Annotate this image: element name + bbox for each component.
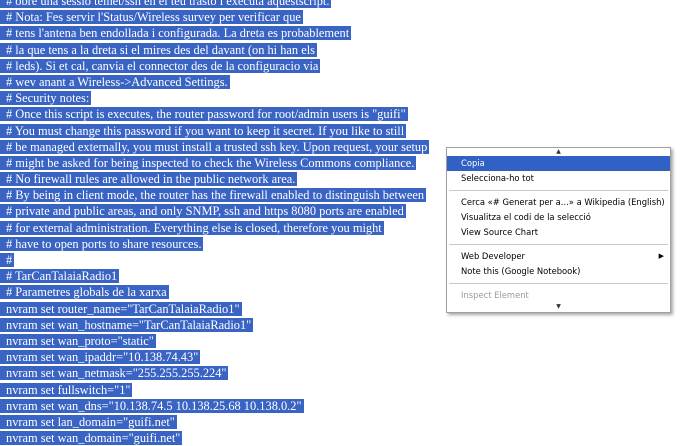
- code-line: nvram set fullswitch="1": [0, 382, 440, 398]
- selected-text[interactable]: nvram set wan_proto="static": [0, 333, 156, 348]
- menu-item[interactable]: Web Developer ▶: [447, 249, 670, 264]
- menu-item[interactable]: Copia: [447, 156, 670, 171]
- code-line: nvram set wan_hostname="TarCanTalaiaRadi…: [0, 317, 440, 333]
- selected-text[interactable]: # private and public areas, and only SNM…: [0, 204, 406, 219]
- selected-text[interactable]: nvram set wan_domain="guifi.net": [0, 431, 183, 446]
- menu-item: Inspect Element: [447, 288, 670, 303]
- code-line: # TarCanTalaiaRadio1: [0, 268, 440, 284]
- selected-text[interactable]: # By being in client mode, the router ha…: [0, 188, 427, 203]
- selected-text[interactable]: nvram set lan_domain="guifi.net": [0, 414, 177, 429]
- selected-text[interactable]: # Security notes:: [0, 91, 92, 106]
- code-line: nvram set wan_ipaddr="10.138.74.43": [0, 349, 440, 365]
- code-line: # have to open ports to share resources.: [0, 236, 440, 252]
- selected-text[interactable]: # wev anant a Wireless->Advanced Setting…: [0, 74, 230, 89]
- selected-text[interactable]: nvram set wan_netmask="255.255.255.224": [0, 366, 229, 381]
- code-line: nvram set lan_domain="guifi.net": [0, 414, 440, 430]
- code-line: # By being in client mode, the router ha…: [0, 187, 440, 203]
- selected-text[interactable]: # Once this script is executes, the rout…: [0, 107, 408, 122]
- menu-separator: [449, 190, 668, 191]
- selected-text[interactable]: # Parametres globals de la xarxa: [0, 285, 169, 300]
- code-line: # private and public areas, and only SNM…: [0, 203, 440, 219]
- menu-item[interactable]: Selecciona-ho tot: [447, 171, 670, 186]
- triangle-down-icon: ▼: [556, 303, 561, 310]
- selected-text[interactable]: # tens l'antena ben endollada i configur…: [0, 26, 352, 41]
- selected-text[interactable]: # be managed externally, you must instal…: [0, 139, 430, 154]
- selected-text[interactable]: # leds). Si et cal, canvia el connector …: [0, 58, 321, 73]
- menu-scroll-up[interactable]: ▲: [447, 148, 670, 156]
- code-line: # You must change this password if you w…: [0, 123, 440, 139]
- menu-items: Copia Selecciona-ho tot Cerca «# Generat p…: [447, 156, 670, 303]
- selected-text[interactable]: # You must change this password if you w…: [0, 123, 407, 138]
- menu-separator: [449, 244, 668, 245]
- code-line: #: [0, 252, 440, 268]
- code-line: # Security notes:: [0, 90, 440, 106]
- selected-text[interactable]: nvram set wan_hostname="TarCanTalaiaRadi…: [0, 317, 254, 332]
- menu-separator: [449, 283, 668, 284]
- submenu-arrow-icon: ▶: [658, 252, 664, 260]
- menu-item-label: Web Developer: [461, 251, 525, 261]
- selected-text[interactable]: # have to open ports to share resources.: [0, 236, 204, 251]
- selected-text[interactable]: # la que tens a la dreta si el mires des…: [0, 42, 317, 57]
- code-line: nvram set wan_domain="guifi.net": [0, 430, 440, 446]
- code-line: nvram set wan_proto="static": [0, 333, 440, 349]
- code-line: # obre una sessio telnet/ssh en el teu t…: [0, 0, 440, 9]
- menu-item-label: Visualitza el codi de la selecció: [461, 212, 591, 222]
- code-line: # leds). Si et cal, canvia el connector …: [0, 58, 440, 74]
- code-line: # Parametres globals de la xarxa: [0, 284, 440, 300]
- menu-scroll-down[interactable]: ▼: [447, 303, 670, 311]
- selected-text[interactable]: nvram set wan_ipaddr="10.138.74.43": [0, 350, 201, 365]
- code-line: # No firewall rules are allowed in the p…: [0, 171, 440, 187]
- menu-item[interactable]: Visualitza el codi de la selecció: [447, 210, 670, 225]
- selected-text[interactable]: # No firewall rules are allowed in the p…: [0, 172, 298, 187]
- menu-item[interactable]: View Source Chart: [447, 225, 670, 240]
- code-line: nvram set wan_netmask="255.255.255.224": [0, 365, 440, 381]
- selected-text[interactable]: nvram set router_name="TarCanTalaiaRadio…: [0, 301, 242, 316]
- code-line: # tens l'antena ben endollada i configur…: [0, 25, 440, 41]
- selected-text[interactable]: # Nota: Fes servir l'Status/Wireless sur…: [0, 10, 303, 25]
- selected-text[interactable]: nvram set wan_dns="10.138.74.5 10.138.25…: [0, 398, 304, 413]
- selected-text[interactable]: # for external administration. Everythin…: [0, 220, 384, 235]
- selected-text[interactable]: # TarCanTalaiaRadio1: [0, 269, 120, 284]
- code-line: nvram set wan_dns="10.138.74.5 10.138.25…: [0, 398, 440, 414]
- selected-text[interactable]: # might be asked for being inspected to …: [0, 155, 417, 170]
- menu-item-label: Inspect Element: [461, 290, 529, 300]
- menu-item[interactable]: Cerca «# Generat per a...» a Wikipedia (…: [447, 195, 670, 210]
- menu-item-label: View Source Chart: [461, 227, 538, 237]
- triangle-up-icon: ▲: [556, 148, 561, 155]
- menu-item-label: Selecciona-ho tot: [461, 173, 534, 183]
- code-line: # be managed externally, you must instal…: [0, 139, 440, 155]
- page-document: # obre una sessio telnet/ssh en el teu t…: [0, 0, 440, 446]
- code-line: # Once this script is executes, the rout…: [0, 106, 440, 122]
- menu-item-label: Copia: [461, 158, 485, 168]
- code-line: # wev anant a Wireless->Advanced Setting…: [0, 74, 440, 90]
- menu-item[interactable]: Note this (Google Notebook): [447, 264, 670, 279]
- code-line: # la que tens a la dreta si el mires des…: [0, 42, 440, 58]
- selected-text[interactable]: nvram set fullswitch="1": [0, 382, 133, 397]
- menu-item-label: Note this (Google Notebook): [461, 266, 581, 276]
- code-line: nvram set router_name="TarCanTalaiaRadio…: [0, 301, 440, 317]
- code-line: # for external administration. Everythin…: [0, 220, 440, 236]
- menu-item-label: Cerca «# Generat per a...» a Wikipedia (…: [461, 197, 665, 207]
- context-menu[interactable]: ▲ Copia Selecciona-ho tot Cerca «# Generat…: [446, 147, 671, 313]
- code-line: # Nota: Fes servir l'Status/Wireless sur…: [0, 9, 440, 25]
- selected-text[interactable]: #: [0, 253, 15, 267]
- selected-text[interactable]: # obre una sessio telnet/ssh en el teu t…: [0, 0, 332, 8]
- code-line: # might be asked for being inspected to …: [0, 155, 440, 171]
